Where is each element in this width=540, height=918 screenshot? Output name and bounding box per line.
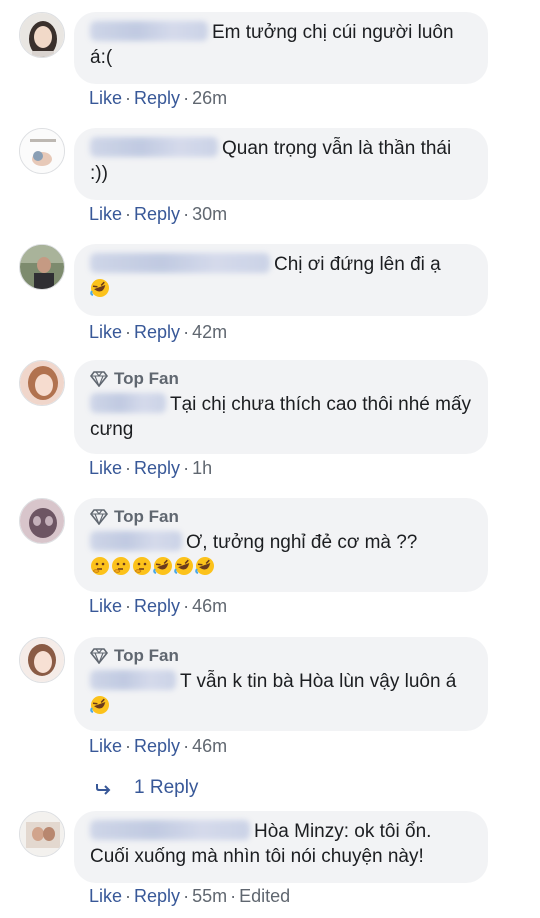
commenter-name[interactable]: [90, 670, 176, 690]
timestamp[interactable]: 30m: [192, 204, 227, 224]
commenter-name[interactable]: [90, 531, 182, 551]
avatar[interactable]: [19, 360, 65, 406]
avatar[interactable]: [19, 811, 65, 857]
reply-link[interactable]: Reply: [134, 596, 180, 616]
like-link[interactable]: Like: [89, 886, 122, 906]
comment-actions: Like · Reply · 46m: [89, 596, 228, 616]
thinking-emoji-icon: [90, 556, 110, 576]
rofl-emoji-icon: [90, 278, 110, 298]
comment-actions: Like · Reply · 55m · Edited: [89, 886, 291, 906]
reply-link[interactable]: Reply: [134, 204, 180, 224]
commenter-name[interactable]: [90, 820, 250, 840]
comment-bubble: Quan trọng vẫn là thần thái :)): [74, 128, 488, 200]
view-replies-label: 1 Reply: [134, 777, 199, 798]
comment-actions: Like · Reply · 46m: [89, 736, 228, 756]
like-link[interactable]: Like: [89, 458, 122, 478]
comment-bubble: Chị ơi đứng lên đi ạ: [74, 244, 488, 316]
timestamp[interactable]: 46m: [192, 736, 227, 756]
reply-link[interactable]: Reply: [134, 736, 180, 756]
avatar-photo: [20, 638, 64, 682]
like-link[interactable]: Like: [89, 322, 122, 342]
avatar-photo: [20, 13, 64, 57]
top-fan-badge: Top Fan: [90, 645, 472, 667]
timestamp[interactable]: 55m: [192, 886, 227, 906]
comment-text: Chị ơi đứng lên đi ạ: [274, 254, 441, 275]
commenter-name[interactable]: [90, 21, 208, 41]
commenter-name[interactable]: [90, 393, 166, 413]
avatar[interactable]: [19, 12, 65, 58]
timestamp[interactable]: 26m: [192, 88, 227, 108]
avatar-photo: [20, 361, 64, 405]
comment-actions: Like · Reply · 30m: [89, 204, 228, 224]
timestamp[interactable]: 1h: [192, 458, 212, 478]
thinking-emoji-icon: [132, 556, 152, 576]
avatar[interactable]: [19, 244, 65, 290]
top-fan-label: Top Fan: [114, 646, 179, 665]
like-link[interactable]: Like: [89, 596, 122, 616]
reply-link[interactable]: Reply: [134, 322, 180, 342]
comment-bubble: Em tưởng chị cúi người luôn á:(: [74, 12, 488, 84]
commenter-name[interactable]: [90, 253, 270, 273]
comment-actions: Like · Reply · 26m: [89, 88, 228, 108]
comment-text: Ơ, tưởng nghỉ đẻ cơ mà ??: [186, 532, 418, 553]
reply-link[interactable]: Reply: [134, 88, 180, 108]
diamond-icon: [90, 371, 108, 387]
avatar-photo: [20, 812, 64, 856]
view-replies-link[interactable]: 1 Reply: [96, 776, 198, 800]
like-link[interactable]: Like: [89, 88, 122, 108]
rofl-emoji-icon: [174, 556, 194, 576]
like-link[interactable]: Like: [89, 736, 122, 756]
edited-label[interactable]: Edited: [239, 886, 290, 906]
avatar[interactable]: [19, 498, 65, 544]
top-fan-label: Top Fan: [114, 369, 179, 388]
comment-actions: Like · Reply · 42m: [89, 322, 228, 342]
timestamp[interactable]: 46m: [192, 596, 227, 616]
comment-actions: Like · Reply · 1h: [89, 458, 213, 478]
comment-bubble: Hòa Minzy: ok tôi ổn. Cuối xuống mà nhìn…: [74, 811, 488, 883]
avatar[interactable]: [19, 128, 65, 174]
top-fan-label: Top Fan: [114, 507, 179, 526]
comment-bubble: Top Fan Tại chị chưa thích cao thôi nhé …: [74, 360, 488, 454]
thinking-emoji-icon: [111, 556, 131, 576]
rofl-emoji-icon: [195, 556, 215, 576]
comment-bubble: Top Fan T vẫn k tin bà Hòa lùn vậy luôn …: [74, 637, 488, 731]
comment-bubble: Top Fan Ơ, tưởng nghỉ đẻ cơ mà ??: [74, 498, 488, 592]
reply-link[interactable]: Reply: [134, 458, 180, 478]
comment-text: T vẫn k tin bà Hòa lùn vậy luôn á: [180, 671, 457, 692]
avatar-photo: [20, 245, 64, 289]
timestamp[interactable]: 42m: [192, 322, 227, 342]
rofl-emoji-icon: [90, 695, 110, 715]
reply-arrow-icon: [96, 781, 112, 795]
avatar-photo: [20, 499, 64, 543]
diamond-icon: [90, 509, 108, 525]
avatar[interactable]: [19, 637, 65, 683]
like-link[interactable]: Like: [89, 204, 122, 224]
rofl-emoji-icon: [153, 556, 173, 576]
top-fan-badge: Top Fan: [90, 506, 472, 528]
diamond-icon: [90, 648, 108, 664]
reply-link[interactable]: Reply: [134, 886, 180, 906]
avatar-photo: [20, 129, 64, 173]
top-fan-badge: Top Fan: [90, 368, 472, 390]
commenter-name[interactable]: [90, 137, 218, 157]
